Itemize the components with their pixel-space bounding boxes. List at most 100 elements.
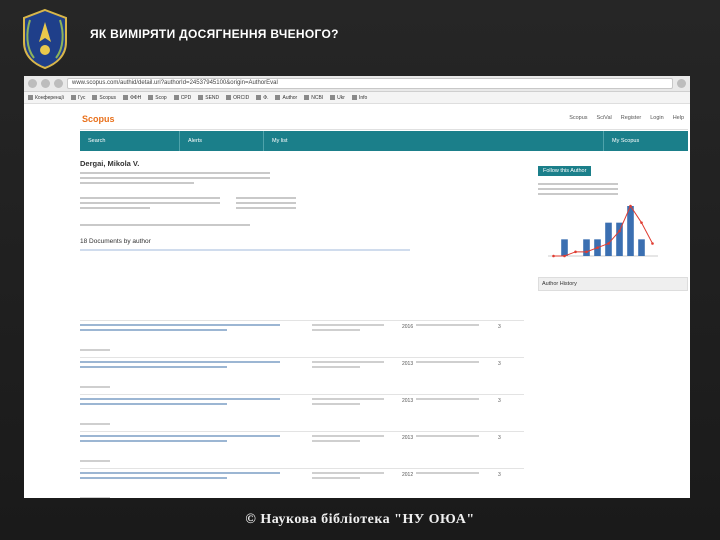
author-history-header: Author History	[538, 277, 688, 291]
chart-point	[563, 254, 566, 258]
table-row[interactable]: 2013 3	[80, 357, 524, 394]
scopus-author-page: Scopus Scopus SciVal Register Login Help…	[24, 104, 690, 498]
view-abstract-link[interactable]	[80, 497, 110, 498]
document-title[interactable]	[80, 472, 290, 482]
chart-point	[607, 242, 610, 245]
topnav-scival[interactable]: SciVal	[597, 115, 612, 121]
author-name: Dergai, Mikola V.	[80, 159, 140, 168]
document-authors	[312, 324, 392, 334]
bookmark-item[interactable]: Scop	[148, 95, 167, 101]
chart-point	[618, 229, 621, 233]
tab-my-scopus[interactable]: My Scopus	[604, 131, 688, 151]
bookmark-icon	[123, 95, 129, 100]
forward-icon[interactable]	[41, 79, 50, 88]
bookmark-icon	[256, 95, 262, 100]
bookmark-item[interactable]: Info	[351, 95, 367, 101]
bookmark-item[interactable]: Конференції	[28, 95, 64, 101]
document-title[interactable]	[80, 324, 290, 334]
document-year: 2016	[402, 324, 414, 330]
back-icon[interactable]	[28, 79, 37, 88]
author-sidebar: Follow this Author Author History	[538, 159, 688, 291]
coauthor-links[interactable]	[80, 224, 250, 226]
bookmark-icon	[304, 95, 310, 100]
document-citations: 3	[498, 472, 501, 478]
chart-bar	[605, 222, 612, 256]
sidebar-links[interactable]	[538, 183, 618, 195]
document-title[interactable]	[80, 361, 290, 371]
reload-icon[interactable]	[54, 79, 63, 88]
document-title[interactable]	[80, 398, 290, 408]
menu-icon[interactable]	[677, 79, 686, 88]
topnav-register[interactable]: Register	[621, 115, 641, 121]
bookmark-item[interactable]: Scopus	[92, 95, 116, 101]
document-source	[416, 435, 486, 440]
bookmark-icon	[275, 95, 281, 100]
document-source	[416, 472, 486, 477]
table-row[interactable]: 2016 3	[80, 320, 524, 357]
author-metrics	[80, 194, 482, 212]
slide-footer: © Наукова бібліотека "НУ ОЮА"	[245, 512, 475, 527]
document-toolbar[interactable]	[80, 249, 410, 251]
table-row[interactable]: 2013 3	[80, 394, 524, 431]
chart-point	[651, 242, 654, 245]
scopus-main-nav: Search Alerts My list My Scopus	[80, 131, 688, 151]
bookmark-item[interactable]: NCBI	[304, 95, 323, 101]
follow-author-button[interactable]: Follow this Author	[538, 166, 592, 176]
view-abstract-link[interactable]	[80, 386, 110, 391]
documents-heading: 18 Documents by author	[80, 238, 151, 245]
bookmark-item[interactable]: Гус	[71, 95, 85, 101]
document-title[interactable]	[80, 435, 290, 445]
view-abstract-link[interactable]	[80, 423, 110, 428]
document-authors	[312, 398, 392, 408]
bookmark-item[interactable]: Author	[275, 95, 297, 101]
document-authors	[312, 435, 392, 445]
document-authors	[312, 472, 392, 482]
chart-bar	[627, 206, 634, 256]
view-abstract-link[interactable]	[80, 460, 110, 465]
scopus-header: Scopus Scopus SciVal Register Login Help	[80, 108, 688, 130]
chart-bar	[638, 239, 645, 256]
bookmark-item[interactable]: SEND	[198, 95, 219, 101]
bookmark-icon	[92, 95, 98, 100]
bookmark-icon	[226, 95, 232, 100]
tab-my-list[interactable]: My list	[264, 131, 604, 151]
document-citations: 3	[498, 324, 501, 330]
document-year: 2013	[402, 361, 414, 367]
topnav-login[interactable]: Login	[650, 115, 663, 121]
view-abstract-link[interactable]	[80, 349, 110, 354]
chart-point	[640, 221, 643, 224]
topnav-scopus[interactable]: Scopus	[569, 115, 587, 121]
chart-point	[596, 246, 599, 249]
scopus-topnav: Scopus SciVal Register Login Help	[569, 115, 684, 121]
document-citations: 3	[498, 398, 501, 404]
document-citations: 3	[498, 361, 501, 367]
bookmark-icon	[351, 95, 357, 100]
chart-point	[629, 204, 632, 208]
bookmark-item[interactable]: Ukr	[330, 95, 345, 101]
university-crest-icon	[23, 8, 67, 70]
author-profile: Dergai, Mikola V. 18 Documents by author	[80, 159, 482, 254]
scopus-logo[interactable]: Scopus	[82, 114, 115, 124]
tab-search[interactable]: Search	[80, 131, 180, 151]
bookmark-item[interactable]: Ф.	[256, 95, 268, 101]
document-authors	[312, 361, 392, 371]
chart-point	[585, 250, 588, 254]
tab-alerts[interactable]: Alerts	[180, 131, 264, 151]
address-bar[interactable]: www.scopus.com/authid/detail.uri?authorI…	[67, 78, 673, 89]
bookmark-item[interactable]: ФФН	[123, 95, 141, 101]
topnav-help[interactable]: Help	[673, 115, 684, 121]
table-row[interactable]: 2013 3	[80, 431, 524, 468]
document-year: 2013	[402, 398, 414, 404]
bookmark-item[interactable]: ORCID	[226, 95, 249, 101]
bookmark-item[interactable]: CPD	[173, 95, 191, 101]
bookmark-icon	[28, 95, 33, 100]
bookmark-icon	[173, 95, 179, 100]
chart-bar	[561, 239, 568, 256]
document-source	[416, 398, 486, 403]
scopus-screenshot: www.scopus.com/authid/detail.uri?authorI…	[24, 76, 690, 498]
browser-toolbar: www.scopus.com/authid/detail.uri?authorI…	[24, 76, 690, 92]
author-affiliation-placeholder	[80, 172, 270, 184]
table-row[interactable]: 2012 3	[80, 468, 524, 498]
slide-title: ЯК ВИМІРЯТИ ДОСЯГНЕННЯ ВЧЕНОГО?	[90, 27, 339, 41]
document-year: 2012	[402, 472, 414, 478]
